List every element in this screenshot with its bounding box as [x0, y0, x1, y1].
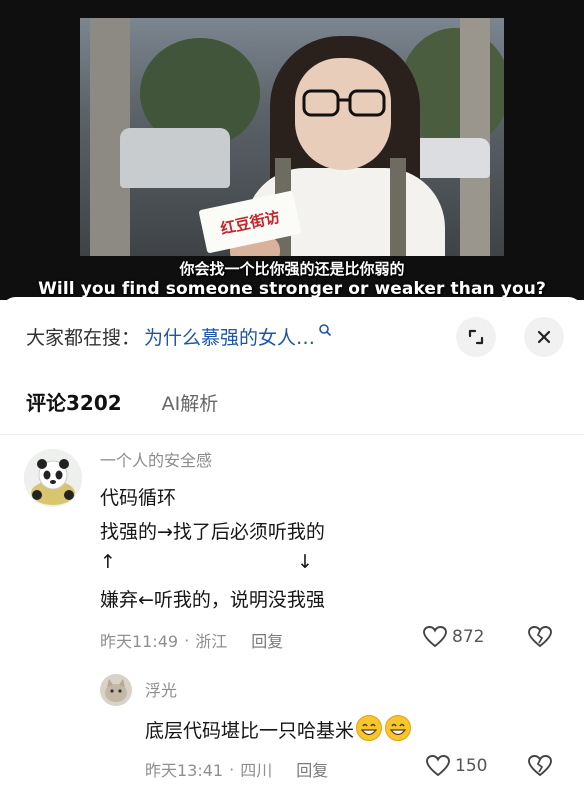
search-icon: [319, 324, 332, 337]
avatar[interactable]: [100, 674, 132, 706]
close-icon: [537, 330, 551, 344]
expand-button[interactable]: [456, 317, 496, 357]
comment-text: 底层代码堪比一只哈基米: [145, 714, 412, 743]
comment-username[interactable]: 浮光: [145, 677, 177, 701]
comment-time: 昨天13:41: [145, 761, 224, 780]
like-button[interactable]: 872: [422, 625, 484, 649]
expand-icon: [468, 329, 484, 345]
tabs-divider: [0, 434, 584, 435]
comment-meta: 昨天11:49 · 浙江 回复: [100, 628, 283, 652]
dislike-button[interactable]: [527, 754, 553, 782]
comment-tabs: 评论3202 AI解析: [26, 387, 218, 416]
grin-emoji-icon: [356, 715, 383, 741]
search-prefix: 大家都在搜：: [26, 326, 141, 349]
comment-text-line: ↑ ↓: [100, 551, 314, 573]
glasses-shape: [302, 89, 386, 117]
avatar[interactable]: [24, 449, 82, 507]
cat-avatar-icon: [100, 674, 132, 706]
comment-time: 昨天11:49: [100, 632, 179, 651]
dislike-button[interactable]: [527, 625, 553, 653]
like-count: 872: [452, 627, 485, 647]
video-player[interactable]: 红豆街访 你会找一个比你强的还是比你弱的 Will you find someo…: [0, 0, 584, 300]
comment-sheet: 大家都在搜： 为什么慕强的女人… 评论3202 AI解析 一个人的安全感 代码循…: [0, 297, 584, 800]
comment-text-line: 代码循环: [100, 487, 177, 509]
tab-comments[interactable]: 评论3202: [26, 387, 122, 416]
search-query-link[interactable]: 为什么慕强的女人…: [144, 323, 315, 350]
comment-location: 浙江: [195, 632, 228, 651]
subtitle-chinese: 你会找一个比你强的还是比你弱的: [179, 260, 405, 278]
comment-text-content: 底层代码堪比一只哈基米: [145, 720, 355, 742]
reply-button[interactable]: 回复: [296, 757, 328, 781]
video-frame: 红豆街访: [80, 18, 504, 256]
heart-icon: [426, 755, 450, 777]
panda-avatar-icon: [24, 449, 82, 507]
grin-emoji-icon: [385, 715, 412, 741]
heart-icon: [423, 626, 447, 648]
suggested-search[interactable]: 大家都在搜： 为什么慕强的女人…: [26, 321, 332, 351]
comment-text-line: 嫌弃←听我的，说明没我强: [100, 589, 325, 611]
comment-location: 四川: [240, 761, 273, 780]
comment-meta: 昨天13:41 · 四川 回复: [145, 757, 328, 781]
tab-ai-analysis[interactable]: AI解析: [162, 389, 219, 416]
comment-username[interactable]: 一个人的安全感: [100, 447, 212, 471]
comment-text-line: 找强的→找了后必须听我的: [100, 521, 325, 543]
broken-heart-icon: [528, 755, 552, 777]
reply-button[interactable]: 回复: [251, 628, 283, 652]
subtitle-english: Will you find someone stronger or weaker…: [38, 279, 546, 299]
broken-heart-icon: [528, 626, 552, 648]
like-count: 150: [455, 756, 488, 776]
like-button[interactable]: 150: [425, 754, 487, 778]
close-button[interactable]: [524, 317, 564, 357]
